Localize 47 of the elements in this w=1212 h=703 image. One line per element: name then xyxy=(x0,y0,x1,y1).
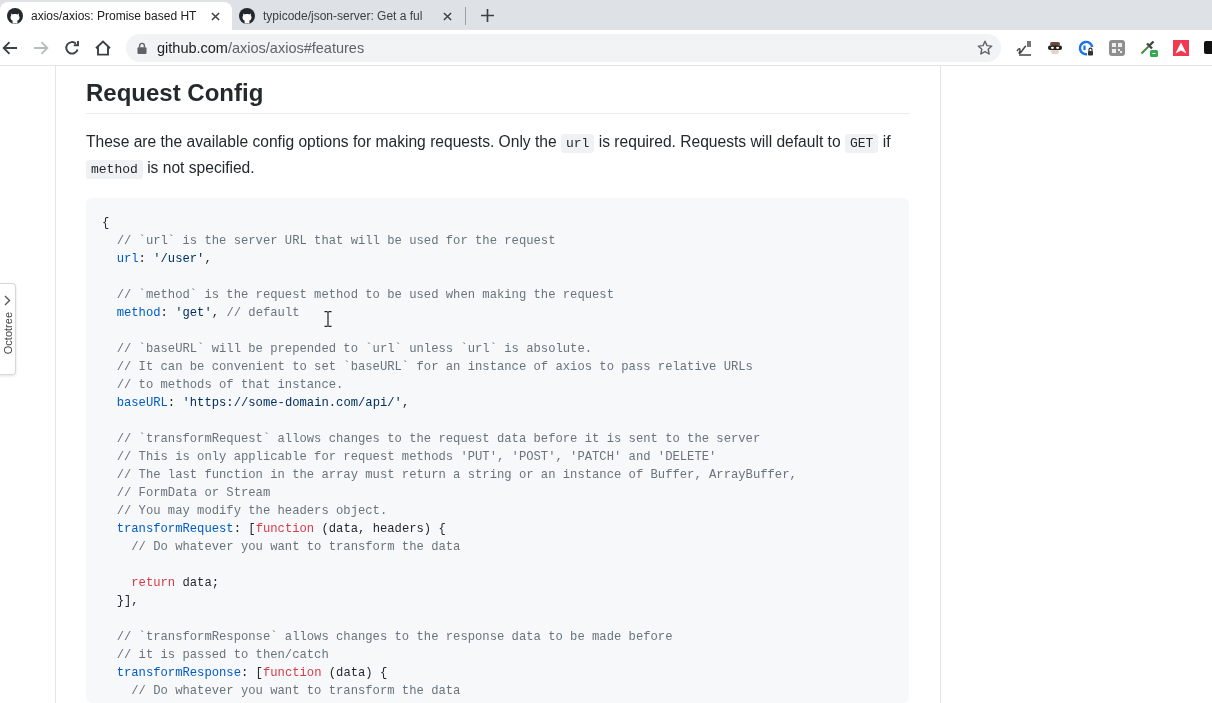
close-icon[interactable] xyxy=(443,11,452,21)
code-line: // Do whatever you want to transform the data xyxy=(131,684,461,698)
new-tab-plus-icon[interactable] xyxy=(481,9,494,22)
mask-icon[interactable] xyxy=(1047,39,1063,56)
lock-icon xyxy=(137,41,147,54)
code-line: url: '/user', xyxy=(116,252,212,266)
code-line: // It can be convenient to set `baseURL` for an instance of axios to pass relative URLs xyxy=(116,360,753,374)
text-cursor-icon xyxy=(324,311,332,327)
code-line: transformRequest: [function (data, headers) { xyxy=(116,522,446,536)
code-line: // FormData or Stream xyxy=(116,486,271,500)
code-line: // `transformRequest` allows changes to the request data before it is sent to the server xyxy=(116,432,761,446)
code-line: // it is passed to then/catch xyxy=(116,648,329,662)
tile-icon[interactable] xyxy=(1204,39,1212,56)
code-line: method: 'get', // default xyxy=(116,306,300,320)
section-heading: Request Config xyxy=(86,78,909,114)
code-line: transformResponse: [function (data) { xyxy=(116,666,388,680)
reload-icon[interactable] xyxy=(64,39,80,56)
code-line: // Do whatever you want to transform the data xyxy=(131,540,461,554)
eyedropper-icon[interactable] xyxy=(1140,38,1158,57)
home-icon[interactable] xyxy=(95,39,111,56)
bookmark-star-icon[interactable] xyxy=(977,39,993,56)
side-panel-tab[interactable]: Octotree xyxy=(0,283,16,375)
site-logo-icon xyxy=(7,8,23,24)
browser-tab[interactable]: typicode/json-server: Get a ful xyxy=(232,2,464,30)
ring-lock-icon[interactable] xyxy=(1078,39,1094,56)
code-line: // The last function in the array must return a string or an instance of Buffer, ArrayBuffer, xyxy=(116,468,797,482)
code-line: return data; xyxy=(131,576,220,590)
arrow-tile-icon[interactable] xyxy=(1173,39,1189,56)
signature-icon[interactable] xyxy=(1016,39,1032,56)
code-line: { xyxy=(102,216,110,230)
code-line: // `baseURL` will be prepended to `url` unless `url` is absolute. xyxy=(116,342,593,356)
chevron-icon xyxy=(4,295,11,306)
code-line: // This is only applicable for request methods 'PUT', 'POST', 'PATCH' and 'DELETE' xyxy=(116,450,717,464)
code-line: // You may modify the headers object. xyxy=(116,504,388,518)
intro-paragraph: These are the available config options for making requests. Only the url is required. Requests will default to GET if method is not specified. xyxy=(86,132,892,181)
code-line: // `transformResponse` allows changes to the response data to be made before xyxy=(116,630,673,644)
site-logo-icon xyxy=(239,8,255,24)
code-line: // `url` is the server URL that will be used for the request xyxy=(116,234,556,248)
address-bar[interactable]: github.com/axios/axios#features xyxy=(126,33,1001,62)
code-line: }], xyxy=(116,594,139,608)
code-line: baseURL: 'https://some-domain.com/api/', xyxy=(116,396,410,410)
code-line: // `method` is the request method to be used when making the request xyxy=(116,288,614,302)
code-line: // to methods of that instance. xyxy=(116,378,344,392)
back-arrow-icon[interactable] xyxy=(2,39,18,56)
browser-tab[interactable]: axios/axios: Promise based HT xyxy=(0,2,232,30)
close-icon[interactable] xyxy=(211,11,220,21)
grid-tile-icon[interactable] xyxy=(1109,39,1125,56)
